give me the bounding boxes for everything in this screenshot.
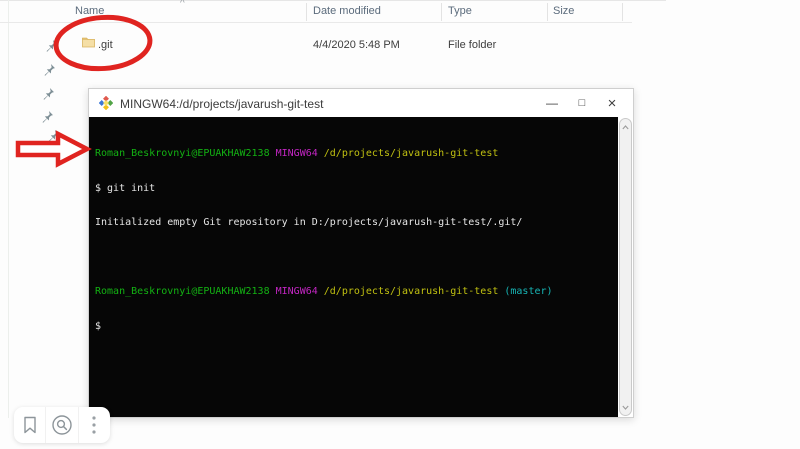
pin-icon[interactable] bbox=[42, 63, 56, 77]
prompt-branch: (master) bbox=[504, 286, 553, 297]
pin-icon[interactable] bbox=[41, 87, 55, 101]
terminal-scrollbar[interactable] bbox=[619, 118, 632, 416]
file-name: .git bbox=[98, 39, 113, 51]
file-type: File folder bbox=[448, 39, 497, 51]
close-button[interactable]: × bbox=[597, 89, 627, 117]
window-controls: — □ × bbox=[537, 89, 627, 117]
screenshot-root: Name ^ Date modified Type Size .git 4/4/… bbox=[0, 0, 800, 449]
prompt-user: Roman_Beskrovnyi@EPUAKHAW2138 bbox=[95, 286, 270, 297]
terminal-window-title: MINGW64:/d/projects/javarush-git-test bbox=[120, 97, 324, 111]
terminal-prompt-line: Roman_Beskrovnyi@EPUAKHAW2138 MINGW64/d/p… bbox=[95, 286, 618, 298]
column-separator bbox=[441, 3, 442, 21]
terminal-console[interactable]: Roman_Beskrovnyi@EPUAKHAW2138 MINGW64/d/p… bbox=[89, 117, 618, 417]
pin-icon[interactable] bbox=[44, 39, 58, 53]
column-separator bbox=[547, 3, 548, 21]
scroll-down-icon[interactable] bbox=[620, 401, 631, 413]
prompt-host: MINGW64 bbox=[275, 286, 318, 297]
maximize-button[interactable]: □ bbox=[567, 89, 597, 117]
prompt-path: /d/projects/javarush-git-test bbox=[323, 286, 499, 297]
minimize-button[interactable]: — bbox=[537, 89, 567, 117]
column-header-date-modified[interactable]: Date modified bbox=[313, 5, 381, 17]
column-separator bbox=[622, 3, 623, 21]
prompt-path: /d/projects/javarush-git-test bbox=[323, 148, 499, 159]
terminal-command: $ git init bbox=[95, 182, 156, 194]
git-bash-app-icon bbox=[98, 95, 114, 111]
sort-ascending-icon: ^ bbox=[180, 0, 185, 9]
terminal-output: Initialized empty Git repository in D:/p… bbox=[95, 217, 523, 228]
explorer-pane-divider bbox=[8, 0, 9, 418]
column-header-type[interactable]: Type bbox=[448, 5, 472, 17]
floating-toolbar bbox=[14, 407, 110, 443]
terminal-prompt-line: Roman_Beskrovnyi@EPUAKHAW2138 MINGW64/d/p… bbox=[95, 148, 618, 160]
terminal-cursor-line: $ bbox=[95, 320, 102, 332]
terminal-titlebar[interactable]: MINGW64:/d/projects/javarush-git-test — … bbox=[89, 89, 633, 117]
bookmark-icon[interactable] bbox=[14, 407, 45, 443]
more-options-icon[interactable] bbox=[77, 407, 110, 443]
explorer-column-header-row: Name ^ Date modified Type Size bbox=[0, 0, 666, 22]
prompt-host: MINGW64 bbox=[275, 148, 318, 159]
table-row-git-folder[interactable]: .git 4/4/2020 5:48 PM File folder bbox=[0, 32, 666, 54]
column-separator bbox=[306, 3, 307, 21]
pin-icon[interactable] bbox=[46, 129, 60, 143]
image-search-icon[interactable] bbox=[45, 407, 77, 443]
column-header-name[interactable]: Name bbox=[75, 5, 104, 17]
folder-icon bbox=[82, 36, 95, 51]
scroll-up-icon[interactable] bbox=[620, 121, 631, 133]
git-bash-window: MINGW64:/d/projects/javarush-git-test — … bbox=[88, 88, 634, 418]
prompt-user: Roman_Beskrovnyi@EPUAKHAW2138 bbox=[95, 148, 270, 159]
file-date-modified: 4/4/2020 5:48 PM bbox=[313, 39, 400, 51]
header-bottom-border bbox=[0, 22, 632, 23]
column-header-size[interactable]: Size bbox=[553, 5, 574, 17]
pin-icon[interactable] bbox=[40, 110, 54, 124]
